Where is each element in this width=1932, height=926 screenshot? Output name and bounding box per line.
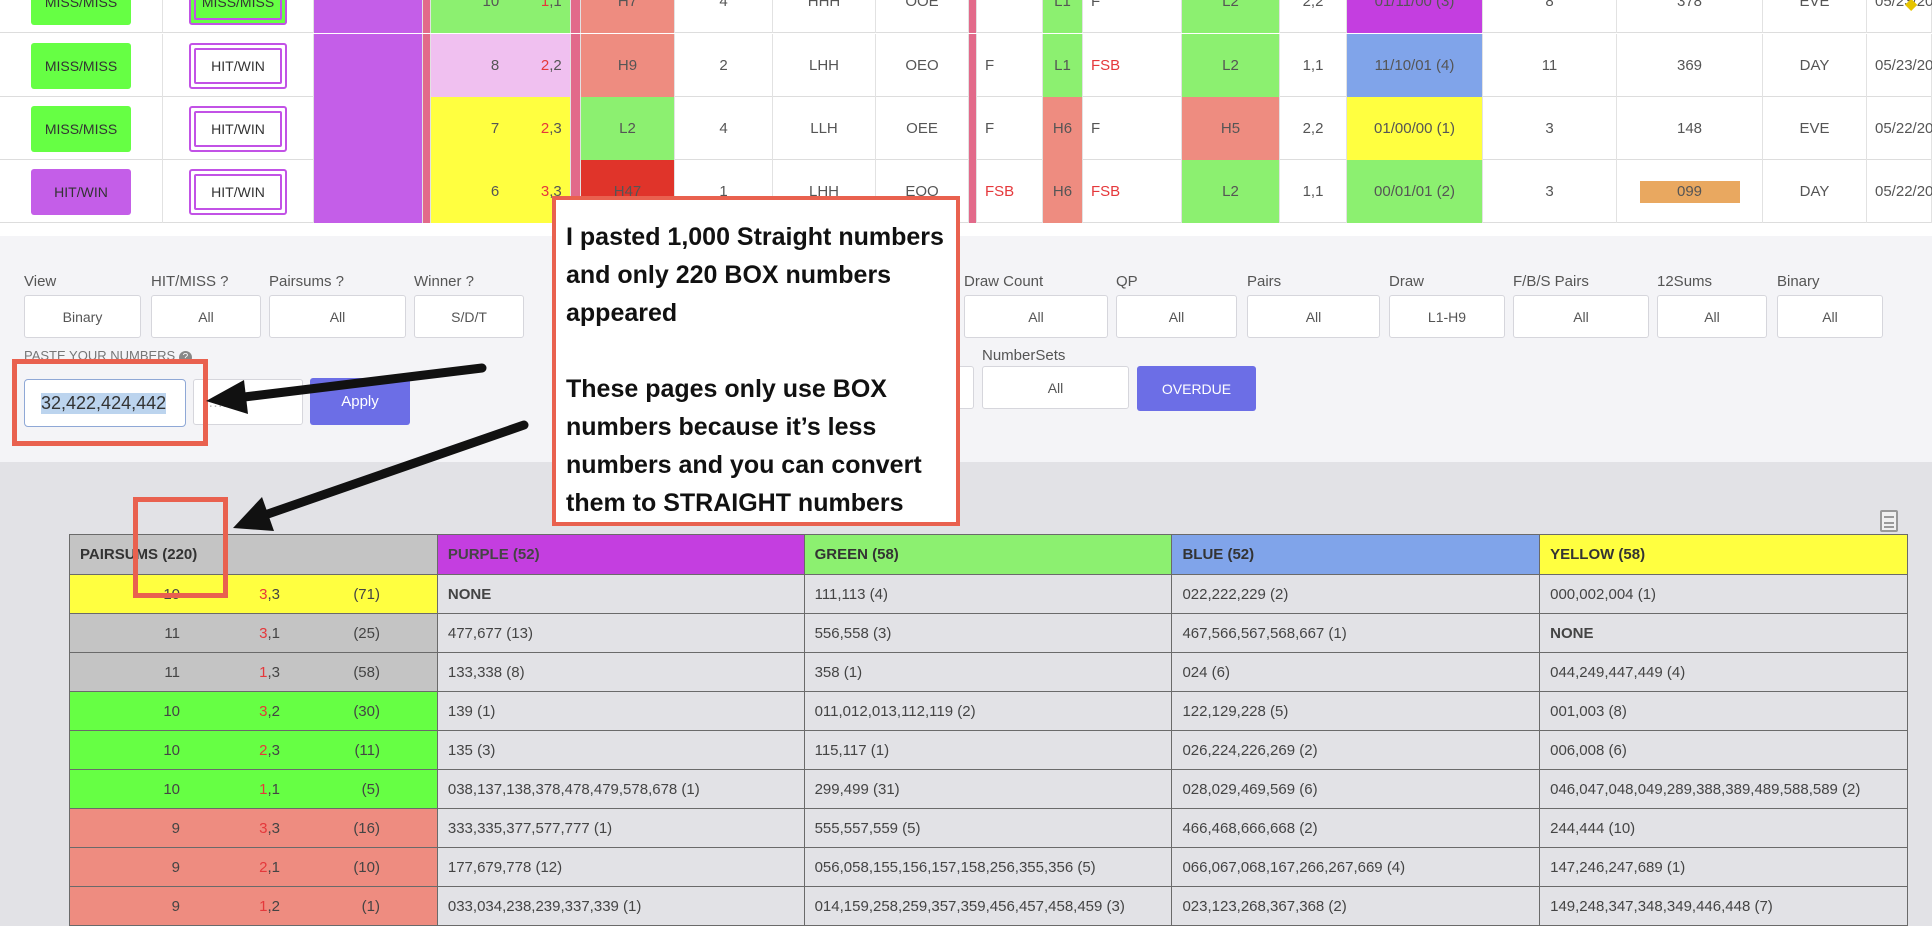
arrow-head-count bbox=[233, 497, 274, 531]
annotation-callout: I pasted 1,000 Straight numbers and only… bbox=[552, 196, 960, 526]
page: MISS/MISS MISS/MISS 10 1,1 H7 4 HHH OOE L1 F L2 2,2… bbox=[0, 0, 1932, 926]
arrows-overlay bbox=[206, 363, 529, 531]
arrow-to-count bbox=[260, 420, 529, 520]
arrow-head-paste bbox=[206, 380, 248, 414]
callout-line-1: I pasted 1,000 Straight numbers and only… bbox=[566, 223, 944, 327]
callout-line-2: These pages only use BOX numbers because… bbox=[566, 375, 922, 517]
arrow-to-paste bbox=[231, 363, 487, 403]
